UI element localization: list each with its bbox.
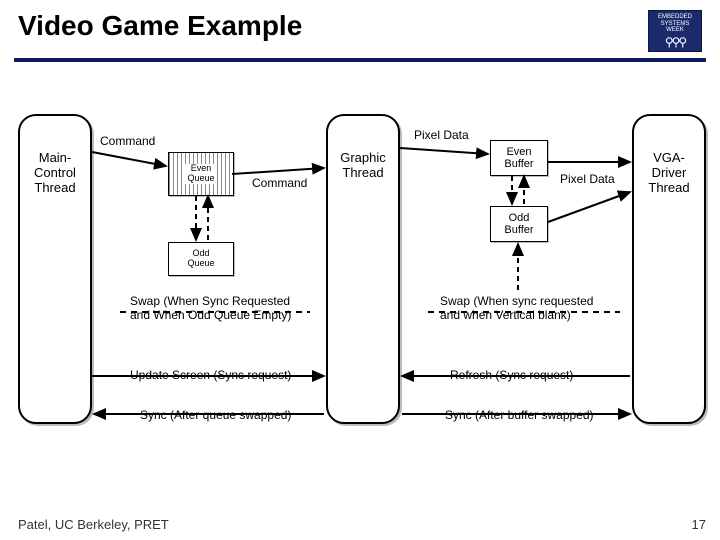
even-queue-label: Even Queue bbox=[185, 164, 216, 184]
odd-buffer-label: Odd Buffer bbox=[504, 212, 533, 236]
label-swap-left: Swap (When Sync Requested and When Odd Q… bbox=[130, 294, 300, 323]
label-refresh: Refresh (Sync request) bbox=[450, 368, 573, 382]
slide-title: Video Game Example bbox=[18, 10, 302, 42]
label-command-top: Command bbox=[100, 134, 155, 148]
label-command-mid: Command bbox=[252, 176, 307, 190]
vga-driver-thread-box: VGA- Driver Thread bbox=[632, 114, 706, 424]
graphic-thread-box: Graphic Thread bbox=[326, 114, 400, 424]
label-pixeldata-top: Pixel Data bbox=[414, 128, 469, 142]
diagram-canvas: Main- Control Thread Graphic Thread VGA-… bbox=[0, 62, 720, 492]
main-control-thread-label: Main- Control Thread bbox=[34, 150, 76, 195]
odd-queue-box: Odd Queue bbox=[168, 242, 234, 276]
label-swap-right: Swap (When sync requested and when Verti… bbox=[440, 294, 600, 323]
label-pixeldata-right: Pixel Data bbox=[560, 172, 615, 186]
odd-queue-label: Odd Queue bbox=[187, 249, 214, 269]
main-control-thread-box: Main- Control Thread bbox=[18, 114, 92, 424]
even-buffer-label: Even Buffer bbox=[504, 146, 533, 170]
label-sync-right: Sync (After buffer swapped) bbox=[445, 408, 594, 422]
logo-people-icon: ⚲⚲⚲ bbox=[649, 36, 701, 49]
vga-driver-thread-label: VGA- Driver Thread bbox=[648, 150, 689, 195]
label-update: Update Screen (Sync request) bbox=[130, 368, 291, 382]
even-queue-box: Even Queue bbox=[168, 152, 234, 196]
even-buffer-box: Even Buffer bbox=[490, 140, 548, 176]
page-number: 17 bbox=[692, 517, 706, 532]
logo-text-1: EMBEDDED bbox=[649, 14, 701, 21]
label-sync-left: Sync (After queue swapped) bbox=[140, 408, 291, 422]
logo-text-3: WEEK bbox=[649, 27, 701, 34]
logo-text-2: SYSTEMS bbox=[649, 21, 701, 28]
graphic-thread-label: Graphic Thread bbox=[340, 150, 386, 180]
footer-text: Patel, UC Berkeley, PRET bbox=[18, 517, 169, 532]
esweek-logo: EMBEDDED SYSTEMS WEEK ⚲⚲⚲ bbox=[648, 10, 702, 52]
odd-buffer-box: Odd Buffer bbox=[490, 206, 548, 242]
